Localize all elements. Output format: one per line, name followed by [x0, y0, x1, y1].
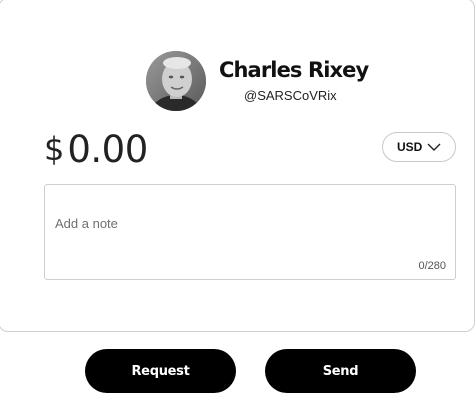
- recipient-handle: @SARSCoVRix: [244, 88, 337, 103]
- amount-value[interactable]: 0.00: [67, 128, 148, 171]
- recipient-name: Charles Rixey: [219, 58, 369, 82]
- currency-symbol: $: [44, 130, 65, 168]
- amount-display[interactable]: $ 0.00: [44, 127, 148, 171]
- avatar-photo: [146, 51, 206, 111]
- currency-code: USD: [397, 140, 423, 154]
- avatar: [146, 51, 206, 111]
- request-button[interactable]: Request: [85, 349, 236, 393]
- note-character-counter: 0/280: [418, 260, 446, 272]
- send-button[interactable]: Send: [265, 349, 416, 393]
- currency-dropdown[interactable]: USD: [382, 132, 456, 162]
- note-input[interactable]: [55, 211, 435, 235]
- note-field[interactable]: 0/280: [44, 184, 456, 280]
- chevron-down-icon: [427, 143, 441, 151]
